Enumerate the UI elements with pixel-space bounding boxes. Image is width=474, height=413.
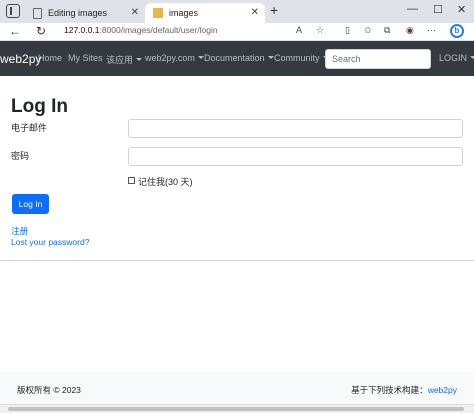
tab-title: images [169,8,199,18]
password-field[interactable] [128,147,463,166]
folder-icon [153,8,163,18]
tab-actions-icon[interactable] [6,4,20,18]
horizontal-scrollbar[interactable] [0,404,474,413]
profile-icon[interactable]: ◉ [406,25,414,36]
login-button[interactable]: Log In [12,194,49,214]
collections-icon[interactable]: ⧉ [384,25,390,36]
nav-my-sites[interactable]: My Sites [68,53,103,63]
email-field[interactable] [128,119,463,138]
document-icon [33,7,42,19]
register-link[interactable]: 注册 [11,225,28,237]
new-tab-button[interactable]: + [270,2,278,18]
search-input[interactable] [325,49,431,69]
remember-me-label[interactable]: 记住我(30 天) [138,175,193,188]
scrollbar-thumb[interactable] [8,407,464,411]
nav-login-dropdown[interactable]: LOGIN [439,53,474,63]
url-field[interactable]: 127.0.0.1:8000/images/default/user/login [64,25,218,35]
remember-me-checkbox[interactable] [128,177,135,184]
address-bar: ← ↻ 127.0.0.1:8000/images/default/user/l… [0,23,474,41]
nav-web2py-dropdown[interactable]: web2py.com [145,53,204,63]
more-icon[interactable]: ··· [427,25,436,35]
read-aloud-icon[interactable]: A [296,25,302,35]
brand-logo[interactable]: web2py [0,52,41,66]
copyright-text: 版权所有 © 2023 [17,385,81,395]
nav-this-app-dropdown[interactable]: 该应用 [106,53,142,66]
copilot-icon[interactable]: b [450,24,464,38]
nav-documentation-dropdown[interactable]: Documentation [204,53,274,63]
maximize-button[interactable]: ☐ [433,3,443,16]
split-screen-icon[interactable]: ▯ [345,25,350,36]
back-arrow-icon[interactable]: ← [9,24,21,38]
lost-password-link[interactable]: Lost your password? [11,237,89,247]
nav-community-dropdown[interactable]: Community [274,53,329,63]
navbar: web2py Home My Sites 该应用 web2py.com Docu… [0,41,474,76]
built-with-text: 基于下列技术构建：web2py [351,385,457,395]
tab-strip: Editing images ✕ images ✕ + — ☐ ✕ [0,0,474,23]
minimize-button[interactable]: — [407,3,418,15]
password-label: 密码 [11,151,30,161]
tab-images[interactable]: images ✕ [145,3,265,23]
nav-home[interactable]: Home [38,53,62,63]
footer: 版权所有 © 2023 基于下列技术构建：web2py [0,372,474,404]
close-tab-icon[interactable]: ✕ [251,7,259,18]
close-tab-icon[interactable]: ✕ [131,7,139,18]
tab-editing-images[interactable]: Editing images ✕ [25,3,145,23]
web2py-link[interactable]: web2py [428,385,457,395]
login-section: Log In 电子邮件 密码 记住我(30 天) Log In 注册 Lost … [0,76,474,261]
tab-title: Editing images [48,8,108,18]
favorite-star-icon[interactable]: ☆ [316,25,324,36]
window-close-button[interactable]: ✕ [457,3,466,16]
refresh-icon[interactable]: ↻ [36,24,46,38]
favorites-icon[interactable]: ✩ [364,25,372,36]
page-title: Log In [11,96,68,117]
email-label: 电子邮件 [11,123,48,133]
browser-window: Editing images ✕ images ✕ + — ☐ ✕ ← ↻ 12… [0,0,474,413]
